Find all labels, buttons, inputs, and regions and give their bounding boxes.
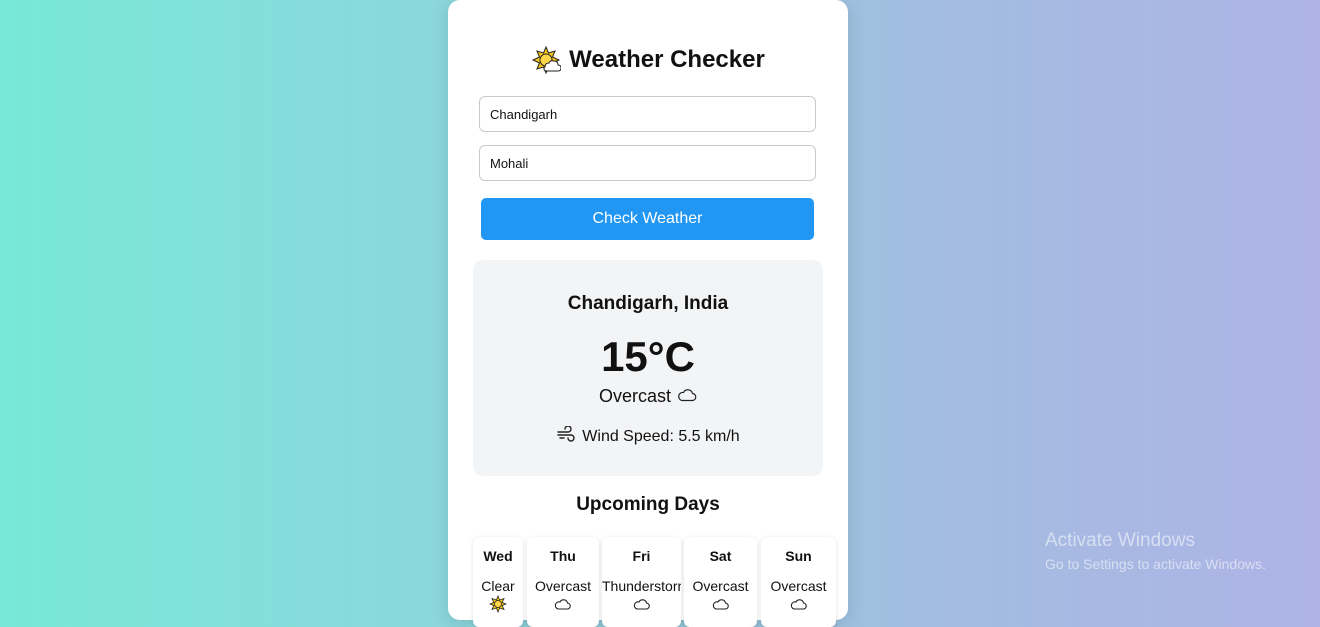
area-input[interactable] — [479, 145, 816, 181]
condition-text: Overcast — [598, 386, 672, 406]
weather-card: Weather Checker Check Weather Chandigarh… — [448, 0, 848, 627]
cloud-icon — [554, 595, 572, 613]
forecast-day-name: Wed — [483, 548, 513, 564]
forecast-day-condition: Overcast — [770, 578, 827, 594]
forecast-day-condition: Thunderstorm — [602, 578, 681, 594]
upcoming-days-heading: Upcoming Days — [576, 494, 720, 515]
forecast-day-name: Sun — [785, 548, 812, 564]
forecast-day-card: Thu Overcast — [527, 537, 599, 627]
forecast-day-card: Fri Thunderstorm — [602, 537, 681, 627]
temperature: 15°C — [601, 333, 695, 380]
condition-row: Overcast — [473, 386, 823, 407]
sun-icon — [488, 594, 508, 614]
watermark-subtitle: Go to Settings to activate Windows. — [1045, 556, 1266, 572]
wind-icon — [556, 425, 576, 447]
cloud-icon — [790, 595, 808, 613]
cloud-icon — [633, 595, 651, 613]
app-title: Weather Checker — [569, 46, 765, 73]
check-weather-button[interactable]: Check Weather — [481, 198, 814, 240]
forecast-day-condition: Clear — [481, 578, 515, 594]
cloud-icon — [712, 595, 730, 613]
watermark-title: Activate Windows — [1045, 530, 1195, 551]
sun-behind-cloud-icon — [531, 45, 562, 75]
location-name: Chandigarh, India — [567, 293, 729, 314]
forecast-day-card: Wed Clear — [473, 537, 523, 627]
cloud-icon — [677, 386, 697, 407]
forecast-day-name: Thu — [550, 548, 576, 564]
wind-speed-text: Wind Speed: 5.5 km/h — [582, 427, 740, 445]
forecast-row: Wed Clear Thu Overcast Fri Thunderstorm — [473, 537, 843, 627]
wind-row: Wind Speed: 5.5 km/h — [473, 425, 823, 447]
forecast-day-condition: Overcast — [534, 578, 591, 594]
activate-windows-watermark: Activate Windows Go to Settings to activ… — [1045, 530, 1266, 572]
forecast-day-card: Sat Overcast — [684, 537, 757, 627]
city-input[interactable] — [479, 96, 816, 132]
app-header: Weather Checker — [448, 44, 848, 76]
forecast-day-name: Sat — [709, 548, 732, 564]
current-weather-panel: Chandigarh, India 15°C Overcast Wind Spe… — [473, 260, 823, 476]
forecast-day-name: Fri — [632, 548, 651, 564]
forecast-day-card: Sun Overcast — [761, 537, 836, 627]
forecast-day-condition: Overcast — [692, 578, 749, 594]
